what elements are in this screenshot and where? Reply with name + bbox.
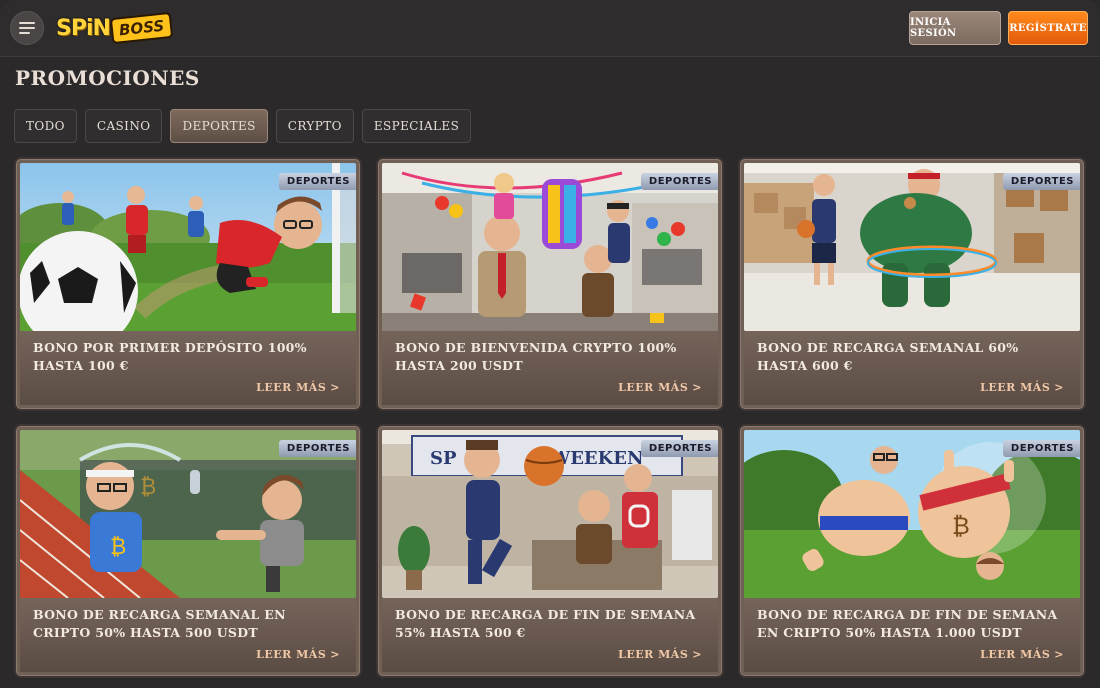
logo-sub-text: BOSS	[109, 11, 174, 45]
promo-title: BONO POR PRIMER DEPÓSITO 100% HASTA 100 …	[33, 340, 307, 373]
login-button[interactable]: INICIA SESIÓN	[909, 11, 1001, 45]
brand-logo[interactable]: SPiN BOSS	[56, 10, 174, 46]
svg-text:₿: ₿	[952, 512, 970, 540]
promo-image: DEPORTES	[20, 163, 356, 331]
promo-card[interactable]: DEPORTES BONO DE BIENVENIDA CRYPTO 100% …	[379, 160, 721, 408]
promo-filter-tabs: TODO CASINO DEPORTES CRYPTO ESPECIALES	[14, 109, 472, 143]
read-more-link[interactable]: LEER MÁS >	[980, 381, 1064, 394]
tab-deportes[interactable]: DEPORTES	[170, 109, 268, 143]
category-badge: DEPORTES	[1002, 440, 1080, 457]
promo-image: SP WEEKEN DEPORTES	[382, 430, 718, 598]
chevron-right-icon: >	[692, 648, 702, 661]
read-more-link[interactable]: LEER MÁS >	[980, 648, 1064, 661]
read-more-label: LEER MÁS	[256, 648, 327, 661]
menu-button[interactable]	[10, 11, 44, 45]
promo-card[interactable]: ₿ DEPORTES BONO DE RECARGA DE FIN DE SEM…	[741, 427, 1083, 675]
promo-title: BONO DE BIENVENIDA CRYPTO 100% HASTA 200…	[395, 340, 677, 373]
read-more-label: LEER MÁS	[618, 648, 689, 661]
read-more-label: LEER MÁS	[980, 381, 1051, 394]
promo-image: ₿ DEPORTES	[744, 430, 1080, 598]
category-badge: DEPORTES	[640, 440, 718, 457]
chevron-right-icon: >	[692, 381, 702, 394]
chevron-right-icon: >	[1054, 381, 1064, 394]
chevron-right-icon: >	[1054, 648, 1064, 661]
logo-main-text: SPiN	[56, 15, 111, 41]
svg-text:₿: ₿	[140, 475, 156, 500]
read-more-label: LEER MÁS	[256, 381, 327, 394]
promo-card-body: BONO DE RECARGA DE FIN DE SEMANA EN CRIP…	[744, 598, 1080, 672]
promo-image: ₿ ₿ DEPORTES	[20, 430, 356, 598]
app-frame: SPiN BOSS INICIA SESIÓN REGÍSTRATE PROMO…	[0, 0, 1100, 688]
promo-card-body: BONO DE RECARGA SEMANAL EN CRIPTO 50% HA…	[20, 598, 356, 672]
read-more-link[interactable]: LEER MÁS >	[256, 381, 340, 394]
category-badge: DEPORTES	[1002, 173, 1080, 190]
svg-text:₿: ₿	[110, 535, 126, 560]
chevron-right-icon: >	[330, 648, 340, 661]
promo-title: BONO DE RECARGA DE FIN DE SEMANA 55% HAS…	[395, 607, 696, 640]
category-badge: DEPORTES	[278, 173, 356, 190]
promo-card-body: BONO DE RECARGA SEMANAL 60% HASTA 600 € …	[744, 331, 1080, 405]
page-title: PROMOCIONES	[15, 66, 200, 90]
promo-card[interactable]: DEPORTES BONO POR PRIMER DEPÓSITO 100% H…	[17, 160, 359, 408]
hamburger-icon	[19, 22, 35, 34]
promo-card-body: BONO DE BIENVENIDA CRYPTO 100% HASTA 200…	[382, 331, 718, 405]
tab-casino[interactable]: CASINO	[84, 109, 163, 143]
promo-title: BONO DE RECARGA SEMANAL EN CRIPTO 50% HA…	[33, 607, 286, 640]
promo-image: DEPORTES	[744, 163, 1080, 331]
read-more-link[interactable]: LEER MÁS >	[256, 648, 340, 661]
read-more-link[interactable]: LEER MÁS >	[618, 648, 702, 661]
read-more-label: LEER MÁS	[980, 648, 1051, 661]
tab-todo[interactable]: TODO	[14, 109, 77, 143]
svg-text:SP: SP	[430, 448, 457, 469]
promo-card[interactable]: DEPORTES BONO DE RECARGA SEMANAL 60% HAS…	[741, 160, 1083, 408]
tab-especiales[interactable]: ESPECIALES	[361, 109, 472, 143]
read-more-label: LEER MÁS	[618, 381, 689, 394]
promo-image: DEPORTES	[382, 163, 718, 331]
tab-crypto[interactable]: CRYPTO	[275, 109, 354, 143]
chevron-right-icon: >	[330, 381, 340, 394]
promo-title: BONO DE RECARGA SEMANAL 60% HASTA 600 €	[757, 340, 1019, 373]
category-badge: DEPORTES	[278, 440, 356, 457]
promo-title: BONO DE RECARGA DE FIN DE SEMANA EN CRIP…	[757, 607, 1058, 640]
promo-card[interactable]: SP WEEKEN DEPORTES BONO DE RECARGA DE FI…	[379, 427, 721, 675]
register-button[interactable]: REGÍSTRATE	[1008, 11, 1088, 45]
promo-card-body: BONO DE RECARGA DE FIN DE SEMANA 55% HAS…	[382, 598, 718, 672]
read-more-link[interactable]: LEER MÁS >	[618, 381, 702, 394]
promo-card-body: BONO POR PRIMER DEPÓSITO 100% HASTA 100 …	[20, 331, 356, 405]
top-bar: SPiN BOSS INICIA SESIÓN REGÍSTRATE	[0, 0, 1100, 57]
category-badge: DEPORTES	[640, 173, 718, 190]
promo-card[interactable]: ₿ ₿ DEPORTES BONO DE RECARGA SEMANAL EN …	[17, 427, 359, 675]
